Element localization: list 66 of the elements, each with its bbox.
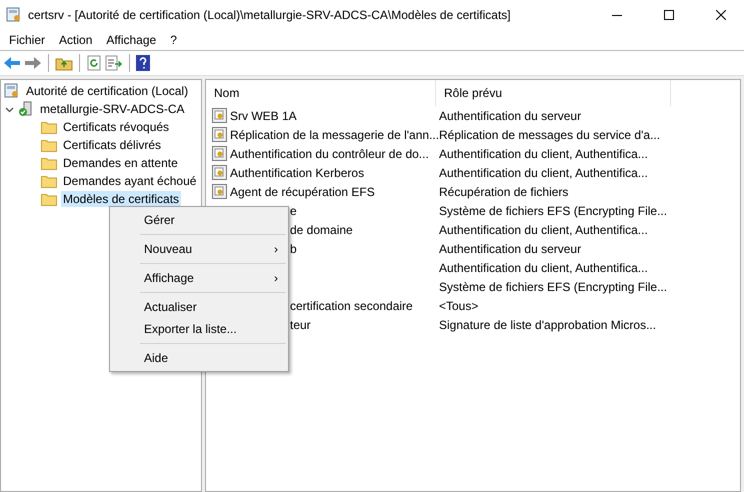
tree-item[interactable]: Demandes en attente	[61, 155, 180, 171]
column-header[interactable]: Rôle prévu	[436, 80, 671, 106]
tree-item[interactable]: Certificats délivrés	[61, 137, 164, 153]
template-name[interactable]: Agent de récupération EFS	[230, 184, 375, 198]
intended-purpose: Authentification du serveur	[439, 108, 582, 122]
submenu-arrow-icon: ›	[274, 242, 278, 256]
template-name[interactable]: teur	[290, 318, 311, 332]
intended-purpose: Authentification du client, Authentifica...	[439, 260, 648, 274]
help-icon[interactable]	[136, 55, 150, 71]
template-name[interactable]: e	[290, 204, 297, 218]
intended-purpose: <Tous>	[439, 298, 478, 312]
refresh-icon[interactable]	[86, 55, 102, 71]
template-name[interactable]: Srv WEB 1A	[230, 108, 297, 122]
menu-option[interactable]: Actualiser	[110, 296, 288, 318]
close-icon[interactable]	[716, 10, 726, 20]
menu-item[interactable]: Action	[52, 33, 100, 47]
tree-item[interactable]: Certificats révoqués	[61, 119, 172, 135]
export-list-icon[interactable]	[105, 55, 123, 71]
intended-purpose: Authentification du serveur	[439, 242, 582, 256]
template-name[interactable]: Authentification Kerberos	[230, 166, 364, 180]
tree-item[interactable]: Autorité de certification (Local)	[24, 83, 190, 99]
template-name[interactable]: de domaine	[290, 222, 353, 236]
certificate-icon	[212, 127, 227, 142]
menu-option[interactable]: Exporter la liste...	[110, 318, 288, 340]
forward-arrow-icon[interactable]	[24, 56, 42, 70]
template-name[interactable]: Réplication de la messagerie de l'ann...	[230, 128, 440, 142]
column-header[interactable]: Nom	[206, 80, 436, 106]
template-name[interactable]: b	[290, 242, 297, 256]
menu-option[interactable]: Nouveau ›	[110, 238, 288, 260]
menu-option[interactable]: Gérer	[110, 209, 288, 231]
intended-purpose: Signature de liste d'approbation Micros...	[439, 318, 656, 332]
tree-item[interactable]: Modèles de certificats	[61, 191, 182, 207]
template-name[interactable]: Authentification du contrôleur de do...	[230, 146, 429, 160]
certificate-icon	[212, 165, 227, 180]
window-title: certsrv - [Autorité de certification (Local)\metallurgie-SRV-ADCS-CA\Modèles de certificats]	[28, 8, 512, 22]
menu-option[interactable]: Aide	[110, 347, 288, 369]
folder-icon	[41, 174, 57, 188]
maximize-icon[interactable]	[664, 10, 674, 20]
template-name[interactable]: certification secondaire	[290, 298, 413, 312]
tree-item[interactable]: Demandes ayant échoué	[61, 173, 198, 189]
minimize-icon[interactable]	[612, 14, 622, 16]
chevron-down-icon[interactable]	[5, 104, 14, 114]
folder-icon	[41, 120, 57, 134]
intended-purpose: Authentification du client, Authentifica...	[439, 146, 648, 160]
intended-purpose: Authentification du client, Authentifica...	[439, 166, 648, 180]
folder-icon	[41, 192, 57, 206]
certificate-authority-icon	[4, 83, 20, 99]
tree-item[interactable]: metallurgie-SRV-ADCS-CA	[38, 101, 186, 117]
certificate-icon	[212, 108, 227, 123]
intended-purpose: Authentification du client, Authentifica...	[439, 222, 648, 236]
intended-purpose: Réplication de messages du service d'a...	[439, 128, 660, 142]
submenu-arrow-icon: ›	[274, 271, 278, 285]
folder-icon	[41, 156, 57, 170]
intended-purpose: Système de fichiers EFS (Encrypting File...	[439, 204, 668, 218]
menu-option[interactable]: Affichage ›	[110, 267, 288, 289]
certificate-icon	[212, 146, 227, 161]
menu-item[interactable]: Fichier	[2, 33, 52, 47]
menu-item[interactable]: ?	[163, 33, 184, 47]
intended-purpose: Récupération de fichiers	[439, 184, 568, 198]
server-icon	[18, 101, 34, 117]
menu-item[interactable]: Affichage	[99, 33, 164, 47]
certificate-authority-icon	[6, 7, 22, 23]
intended-purpose: Système de fichiers EFS (Encrypting File...	[439, 280, 668, 294]
folder-icon	[41, 138, 57, 152]
certificate-icon	[212, 184, 227, 199]
back-arrow-icon[interactable]	[3, 56, 21, 70]
